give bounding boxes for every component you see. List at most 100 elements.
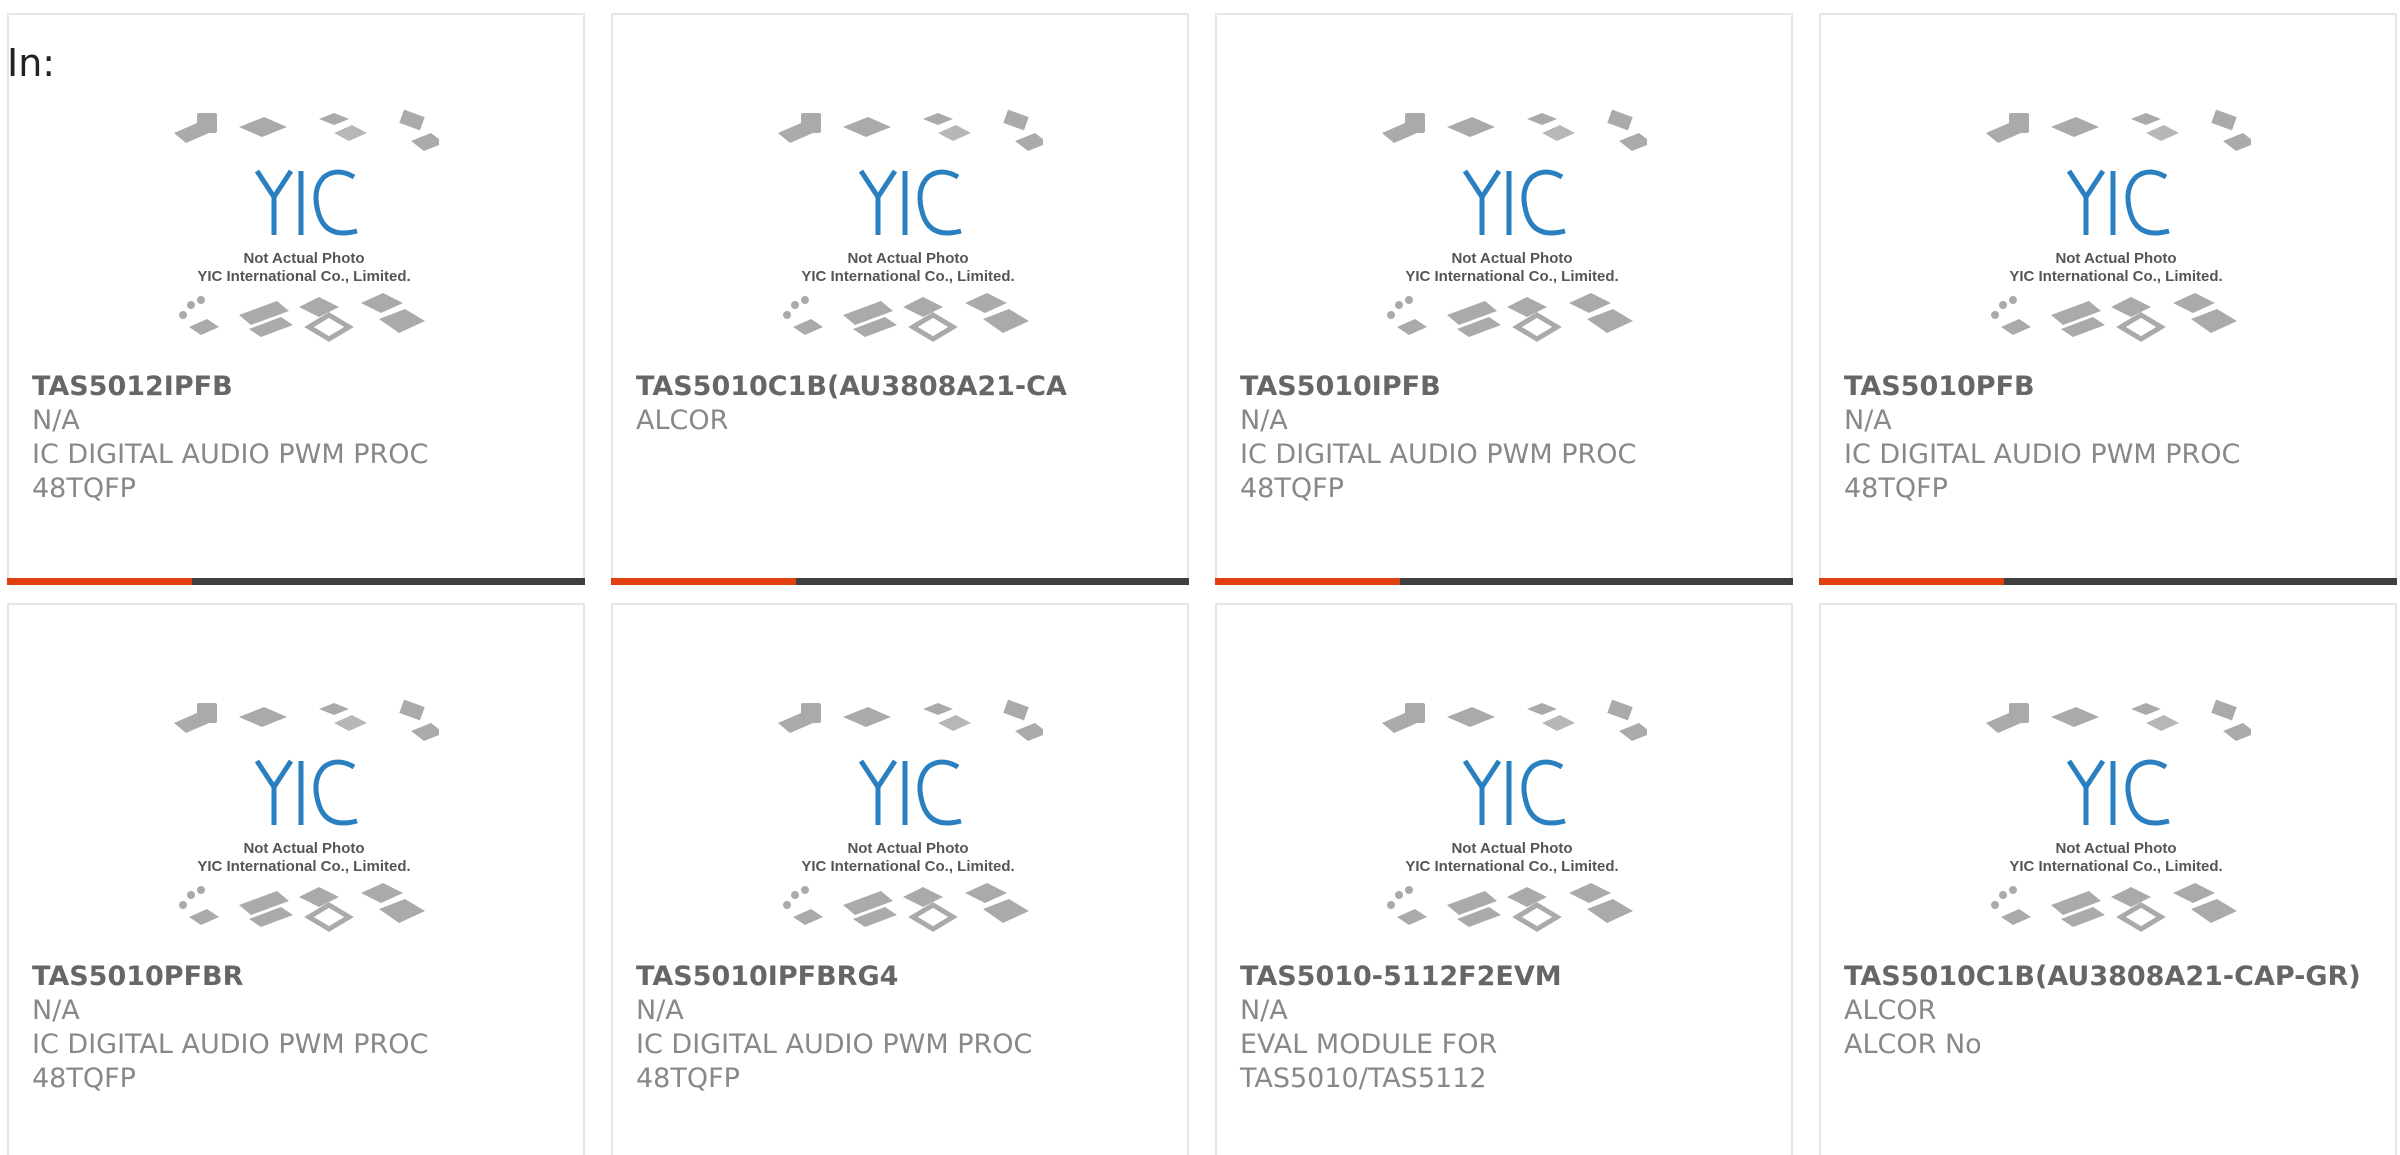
placeholder-caption-2: YIC International Co., Limited. bbox=[197, 268, 410, 285]
chip-icons-top bbox=[1986, 699, 2256, 741]
placeholder-graphic: Not Actual Photo YIC International Co., … bbox=[1986, 109, 2256, 342]
package: 48TQFP bbox=[1240, 473, 1344, 504]
placeholder-caption-2: YIC International Co., Limited. bbox=[1405, 858, 1618, 875]
manufacturer: N/A bbox=[1240, 995, 1288, 1026]
yic-logo bbox=[1462, 169, 1566, 236]
package: 48TQFP bbox=[32, 1063, 136, 1094]
placeholder-caption-1: Not Actual Photo bbox=[847, 840, 968, 857]
package: 48TQFP bbox=[636, 1063, 740, 1094]
placeholder-caption-1: Not Actual Photo bbox=[2055, 840, 2176, 857]
progress-fill bbox=[7, 578, 192, 585]
placeholder-caption-2: YIC International Co., Limited. bbox=[1405, 268, 1618, 285]
chip-icons-top bbox=[778, 699, 1048, 741]
part-number[interactable]: TAS5010C1B(AU3808A21-CAP-GR) bbox=[1844, 960, 2389, 994]
chip-icons-top bbox=[174, 699, 444, 741]
manufacturer: N/A bbox=[1240, 405, 1288, 436]
chip-icons-bottom bbox=[179, 293, 425, 342]
product-card[interactable]: Not Actual Photo YIC International Co., … bbox=[1215, 603, 1793, 1155]
part-number[interactable]: TAS5010IPFBRG4 bbox=[636, 960, 1181, 994]
product-image: Not Actual Photo YIC International Co., … bbox=[169, 695, 444, 955]
yic-logo bbox=[1462, 759, 1566, 826]
placeholder-graphic: Not Actual Photo YIC International Co., … bbox=[1986, 699, 2256, 932]
product-info: TAS5012IPFB N/A IC DIGITAL AUDIO PWM PRO… bbox=[32, 370, 577, 506]
product-image: Not Actual Photo YIC International Co., … bbox=[773, 105, 1048, 365]
product-info: TAS5010C1B(AU3808A21-CAP-GR) ALCOR ALCOR… bbox=[1844, 960, 2389, 1062]
placeholder-caption-2: YIC International Co., Limited. bbox=[2009, 858, 2222, 875]
manufacturer: N/A bbox=[636, 995, 684, 1026]
placeholder-caption-2: YIC International Co., Limited. bbox=[197, 858, 410, 875]
chip-icons-top bbox=[1382, 699, 1652, 741]
chip-icons-bottom bbox=[783, 293, 1029, 342]
placeholder-graphic: Not Actual Photo YIC International Co., … bbox=[778, 109, 1048, 342]
product-info: TAS5010PFB N/A IC DIGITAL AUDIO PWM PROC… bbox=[1844, 370, 2389, 506]
product-grid-page: In: Not Actual Photo YIC International C… bbox=[0, 0, 2400, 1155]
placeholder-graphic: Not Actual Photo YIC International Co., … bbox=[174, 109, 444, 342]
placeholder-caption-1: Not Actual Photo bbox=[2055, 250, 2176, 267]
manufacturer: ALCOR bbox=[1844, 995, 1937, 1026]
placeholder-caption-1: Not Actual Photo bbox=[847, 250, 968, 267]
product-image: Not Actual Photo YIC International Co., … bbox=[1981, 695, 2256, 955]
yic-logo bbox=[2066, 169, 2170, 236]
product-image: Not Actual Photo YIC International Co., … bbox=[773, 695, 1048, 955]
chip-icons-bottom bbox=[179, 883, 425, 932]
description: IC DIGITAL AUDIO PWM PROC bbox=[636, 1029, 1033, 1060]
progress-bar bbox=[7, 578, 585, 585]
product-image: Not Actual Photo YIC International Co., … bbox=[1981, 105, 2256, 365]
progress-bar bbox=[1215, 578, 1793, 585]
product-info: TAS5010-5112F2EVM N/A EVAL MODULE FOR TA… bbox=[1240, 960, 1785, 1096]
product-card[interactable]: Not Actual Photo YIC International Co., … bbox=[611, 603, 1189, 1155]
product-image: Not Actual Photo YIC International Co., … bbox=[1377, 105, 1652, 365]
description: IC DIGITAL AUDIO PWM PROC bbox=[32, 439, 429, 470]
yic-logo bbox=[254, 759, 358, 826]
yic-logo bbox=[2066, 759, 2170, 826]
product-card[interactable]: Not Actual Photo YIC International Co., … bbox=[1819, 603, 2397, 1155]
placeholder-graphic: Not Actual Photo YIC International Co., … bbox=[174, 699, 444, 932]
part-number[interactable]: TAS5010PFB bbox=[1844, 370, 2389, 404]
placeholder-caption-1: Not Actual Photo bbox=[1451, 840, 1572, 857]
chip-icons-top bbox=[174, 109, 444, 151]
product-card[interactable]: Not Actual Photo YIC International Co., … bbox=[1215, 13, 1793, 585]
progress-bar bbox=[611, 578, 1189, 585]
in-label: In: bbox=[7, 41, 56, 85]
chip-icons-bottom bbox=[783, 883, 1029, 932]
part-number[interactable]: TAS5010PFBR bbox=[32, 960, 577, 994]
product-image: Not Actual Photo YIC International Co., … bbox=[169, 105, 444, 365]
part-number[interactable]: TAS5010-5112F2EVM bbox=[1240, 960, 1785, 994]
placeholder-caption-1: Not Actual Photo bbox=[1451, 250, 1572, 267]
manufacturer: ALCOR bbox=[636, 405, 729, 436]
product-card[interactable]: Not Actual Photo YIC International Co., … bbox=[1819, 13, 2397, 585]
product-info: TAS5010PFBR N/A IC DIGITAL AUDIO PWM PRO… bbox=[32, 960, 577, 1096]
package: TAS5010/TAS5112 bbox=[1240, 1063, 1487, 1094]
placeholder-graphic: Not Actual Photo YIC International Co., … bbox=[778, 699, 1048, 932]
product-info: TAS5010C1B(AU3808A21-CA ALCOR bbox=[636, 370, 1181, 438]
description: IC DIGITAL AUDIO PWM PROC bbox=[1844, 439, 2241, 470]
placeholder-graphic: Not Actual Photo YIC International Co., … bbox=[1382, 109, 1652, 342]
product-image: Not Actual Photo YIC International Co., … bbox=[1377, 695, 1652, 955]
manufacturer: N/A bbox=[32, 405, 80, 436]
part-number[interactable]: TAS5010IPFB bbox=[1240, 370, 1785, 404]
placeholder-caption-2: YIC International Co., Limited. bbox=[801, 858, 1014, 875]
product-card[interactable]: Not Actual Photo YIC International Co., … bbox=[611, 13, 1189, 585]
progress-fill bbox=[611, 578, 796, 585]
placeholder-caption-2: YIC International Co., Limited. bbox=[2009, 268, 2222, 285]
package: 48TQFP bbox=[1844, 473, 1948, 504]
part-number[interactable]: TAS5010C1B(AU3808A21-CA bbox=[636, 370, 1181, 404]
chip-icons-bottom bbox=[1387, 883, 1633, 932]
placeholder-caption-1: Not Actual Photo bbox=[243, 250, 364, 267]
placeholder-graphic: Not Actual Photo YIC International Co., … bbox=[1382, 699, 1652, 932]
manufacturer: N/A bbox=[1844, 405, 1892, 436]
product-card[interactable]: Not Actual Photo YIC International Co., … bbox=[7, 603, 585, 1155]
chip-icons-top bbox=[1986, 109, 2256, 151]
chip-icons-bottom bbox=[1991, 293, 2237, 342]
progress-bar bbox=[1819, 578, 2397, 585]
progress-fill bbox=[1215, 578, 1400, 585]
product-card[interactable]: Not Actual Photo YIC International Co., … bbox=[7, 13, 585, 585]
part-number[interactable]: TAS5012IPFB bbox=[32, 370, 577, 404]
description: IC DIGITAL AUDIO PWM PROC bbox=[1240, 439, 1637, 470]
yic-logo bbox=[858, 169, 962, 236]
chip-icons-bottom bbox=[1387, 293, 1633, 342]
chip-icons-top bbox=[778, 109, 1048, 151]
yic-logo bbox=[858, 759, 962, 826]
description: EVAL MODULE FOR bbox=[1240, 1029, 1498, 1060]
chip-icons-bottom bbox=[1991, 883, 2237, 932]
